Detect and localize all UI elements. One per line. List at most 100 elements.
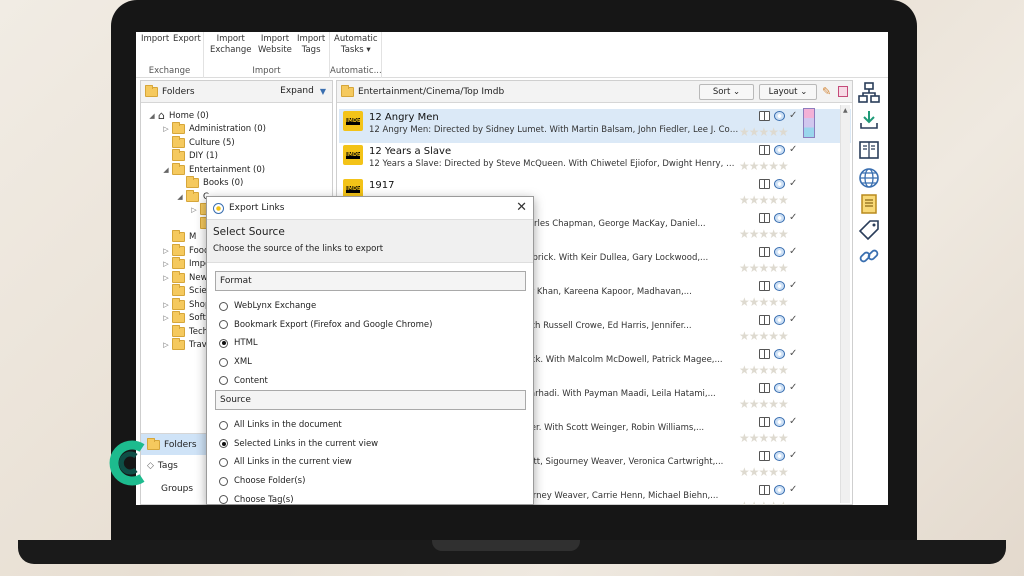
rating-stars[interactable]: ★★★★★: [739, 160, 789, 172]
tree-item[interactable]: ▷ News: [161, 270, 212, 284]
save-icon[interactable]: [838, 86, 848, 97]
reader-icon[interactable]: [759, 247, 770, 257]
import-tags-button[interactable]: Import Tags: [297, 34, 325, 56]
rating-stars[interactable]: ★★★★★: [739, 500, 789, 505]
download-icon[interactable]: [856, 107, 882, 133]
globe-link-icon[interactable]: [856, 165, 882, 191]
tree-item[interactable]: ▷ Food: [161, 243, 209, 257]
tree-toggle-icon[interactable]: ▷: [161, 260, 171, 268]
radio-button[interactable]: [219, 495, 228, 505]
tree-toggle-icon[interactable]: ◢: [147, 112, 157, 120]
tree-item[interactable]: Books (0): [175, 176, 243, 190]
tree-item[interactable]: ▷ Impo: [161, 257, 210, 271]
globe-icon[interactable]: [774, 315, 785, 325]
radio-option[interactable]: Choose Tag(s): [219, 493, 294, 505]
import-button[interactable]: Import: [141, 34, 169, 45]
rating-stars[interactable]: ★★★★★: [739, 398, 789, 410]
import-exchange-button[interactable]: Import Exchange: [210, 34, 252, 56]
reader-icon[interactable]: [759, 111, 770, 121]
tree-toggle-icon[interactable]: ▷: [161, 247, 171, 255]
rating-stars[interactable]: ★★★★★: [739, 194, 789, 206]
tree-item[interactable]: ▷ Softw: [161, 311, 213, 325]
tree-toggle-icon[interactable]: ▷: [161, 274, 171, 282]
check-icon[interactable]: ✓: [789, 349, 797, 359]
radio-button[interactable]: [219, 376, 228, 386]
globe-icon[interactable]: [774, 179, 785, 189]
check-icon[interactable]: ✓: [789, 417, 797, 427]
tree-item[interactable]: ◢ ⌂ Home (0): [147, 109, 209, 122]
reader-icon[interactable]: [759, 213, 770, 223]
globe-icon[interactable]: [774, 383, 785, 393]
radio-button[interactable]: [219, 420, 228, 430]
radio-option[interactable]: XML: [219, 355, 252, 369]
radio-button[interactable]: [219, 357, 228, 367]
check-icon[interactable]: ✓: [789, 281, 797, 291]
globe-icon[interactable]: [774, 247, 785, 257]
link-row[interactable]: IMDb 12 Years a Slave 12 Years a Slave: Di…: [339, 143, 851, 177]
radio-button[interactable]: [219, 320, 228, 330]
radio-option[interactable]: Choose Folder(s): [219, 474, 305, 488]
rating-stars[interactable]: ★★★★★: [739, 296, 789, 308]
check-icon[interactable]: ✓: [789, 485, 797, 495]
scrollbar[interactable]: ▲: [840, 105, 850, 503]
check-icon[interactable]: ✓: [789, 247, 797, 257]
radio-option[interactable]: All Links in the current view: [219, 455, 352, 469]
rating-stars[interactable]: ★★★★★: [739, 432, 789, 444]
sort-button[interactable]: Sort ⌄: [699, 84, 754, 100]
radio-option[interactable]: WebLynx Exchange: [219, 299, 316, 313]
check-icon[interactable]: ✓: [789, 179, 797, 189]
radio-option[interactable]: Bookmark Export (Firefox and Google Chro…: [219, 318, 432, 332]
tree-toggle-icon[interactable]: ▷: [189, 206, 199, 214]
rating-stars[interactable]: ★★★★★: [739, 262, 789, 274]
expand-button[interactable]: Expand ▼: [280, 86, 326, 96]
globe-icon[interactable]: [774, 451, 785, 461]
close-icon[interactable]: ✕: [516, 200, 527, 215]
layout-button[interactable]: Layout ⌄: [759, 84, 817, 100]
radio-button[interactable]: [219, 476, 228, 486]
radio-option[interactable]: HTML: [219, 336, 258, 350]
check-icon[interactable]: ✓: [789, 145, 797, 155]
reader-icon[interactable]: [759, 383, 770, 393]
globe-icon[interactable]: [774, 111, 785, 121]
rating-stars[interactable]: ★★★★★: [739, 228, 789, 240]
check-icon[interactable]: ✓: [789, 451, 797, 461]
book-icon[interactable]: [856, 137, 882, 163]
tree-toggle-icon[interactable]: ▷: [161, 125, 171, 133]
notes-icon[interactable]: [856, 191, 882, 217]
globe-icon[interactable]: [774, 145, 785, 155]
reader-icon[interactable]: [759, 281, 770, 291]
scroll-up-icon[interactable]: ▲: [843, 107, 848, 114]
tree-item[interactable]: ▷ Shop: [161, 297, 210, 311]
reader-icon[interactable]: [759, 349, 770, 359]
tree-toggle-icon[interactable]: ▷: [161, 314, 171, 322]
edit-icon[interactable]: ✎: [822, 85, 831, 98]
rating-stars[interactable]: ★★★★★: [739, 126, 789, 138]
tree-toggle-icon[interactable]: ▷: [161, 341, 171, 349]
rating-stars[interactable]: ★★★★★: [739, 330, 789, 342]
automatic-tasks-button[interactable]: Automatic Tasks ▾: [334, 34, 378, 56]
import-website-button[interactable]: Import Website: [258, 34, 292, 56]
tree-item[interactable]: Scien: [161, 284, 212, 298]
export-button[interactable]: Export: [173, 34, 201, 45]
tag-icon[interactable]: [856, 217, 882, 243]
check-icon[interactable]: ✓: [789, 213, 797, 223]
radio-button[interactable]: [219, 439, 228, 449]
tree-item[interactable]: Culture (5): [161, 135, 235, 149]
radio-button[interactable]: [219, 338, 228, 348]
tree-toggle-icon[interactable]: ▷: [161, 301, 171, 309]
globe-icon[interactable]: [774, 213, 785, 223]
sitemap-icon[interactable]: [856, 80, 882, 106]
radio-option[interactable]: Content: [219, 374, 268, 388]
rating-stars[interactable]: ★★★★★: [739, 466, 789, 478]
globe-icon[interactable]: [774, 485, 785, 495]
tree-toggle-icon[interactable]: ◢: [161, 166, 171, 174]
link-row[interactable]: IMDb 12 Angry Men 12 Angry Men: Directed b…: [339, 109, 851, 143]
check-icon[interactable]: ✓: [789, 383, 797, 393]
check-icon[interactable]: ✓: [789, 315, 797, 325]
globe-icon[interactable]: [774, 281, 785, 291]
link-icon[interactable]: [856, 243, 882, 269]
reader-icon[interactable]: [759, 485, 770, 495]
globe-icon[interactable]: [774, 349, 785, 359]
rating-stars[interactable]: ★★★★★: [739, 364, 789, 376]
tree-item[interactable]: M: [161, 230, 196, 244]
